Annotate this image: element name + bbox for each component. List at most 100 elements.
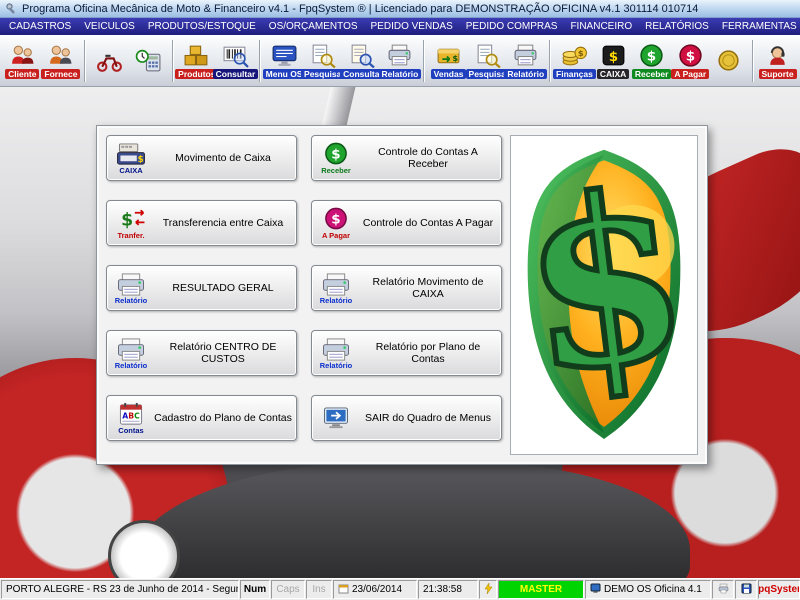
printer-icon: Relatório: [316, 337, 356, 370]
toolbar-label: A Pagar: [671, 69, 709, 79]
button-caption: Relatório: [320, 297, 353, 305]
toolbar-button-financas[interactable]: $ Finanças: [555, 41, 594, 81]
button-label: Relatório CENTRO DE CUSTOS: [154, 341, 292, 365]
toolbar-button-receber[interactable]: $ Receber: [632, 41, 671, 81]
status-bar: PORTO ALEGRE - RS 23 de Junho de 2014 - …: [0, 578, 800, 600]
menu-ferramentas[interactable]: FERRAMENTAS: [722, 21, 797, 32]
barcode-search-icon: [222, 43, 249, 68]
toolbar-button-consulta-os[interactable]: Consulta: [342, 41, 381, 81]
toolbar-label: Consultar: [213, 69, 259, 79]
toolbar-button-produtos[interactable]: Produtos: [178, 41, 217, 81]
app-window: Programa Oficina Mecânica de Moto & Fina…: [0, 0, 800, 600]
status-caps-lock: Caps: [271, 580, 305, 599]
toolbar-button-fornece[interactable]: Fornece: [42, 41, 81, 81]
button-label: Cadastro do Plano de Contas: [154, 412, 292, 424]
sair-menu-button[interactable]: SAIR do Quadro de Menus: [311, 395, 502, 441]
printer-icon: Relatório: [111, 272, 151, 305]
relatorio-plano-contas-button[interactable]: Relatório Relatório por Plano de Contas: [311, 330, 502, 376]
toolbar-button-pesquisa-vendas[interactable]: Pesquisa: [468, 41, 507, 81]
button-caption: Contas: [118, 427, 143, 435]
status-brand: FpqSystem: [758, 580, 800, 599]
contas-a-receber-button[interactable]: $ Receber Controle do Contas A Receber: [311, 135, 502, 181]
toolbar-button-menu-os[interactable]: Menu OS: [265, 41, 304, 81]
relatorio-centro-custos-button[interactable]: Relatório Relatório CENTRO DE CUSTOS: [106, 330, 297, 376]
menu-bar: CADASTROS VEICULOS PRODUTOS/ESTOQUE OS/O…: [0, 18, 800, 35]
menu-produtos-estoque[interactable]: PRODUTOS/ESTOQUE: [148, 21, 256, 32]
toolbar-button-cliente[interactable]: Cliente: [3, 41, 42, 81]
menu-cadastros[interactable]: CADASTROS: [9, 21, 71, 32]
toolbar-button-motos[interactable]: [90, 46, 129, 75]
consult-doc-icon: [348, 43, 375, 68]
svg-text:$: $: [121, 210, 133, 230]
toolbar-label: Cliente: [5, 69, 39, 79]
status-location: PORTO ALEGRE - RS 23 de Junho de 2014 - …: [1, 580, 239, 599]
printer-icon: [718, 583, 729, 597]
menu-pedido-vendas[interactable]: PEDIDO VENDAS: [371, 21, 453, 32]
svg-text:$: $: [331, 212, 340, 227]
calendar-abc-icon: ABC Contas: [111, 402, 151, 435]
relatorio-movimento-caixa-button[interactable]: Relatório Relatório Movimento de CAIXA: [311, 265, 502, 311]
toolbar-button-moedas[interactable]: [710, 46, 749, 75]
cash-register-icon: $ CAIXA: [111, 142, 151, 175]
products-icon: [183, 43, 210, 68]
status-app-name: DEMO OS Oficina 4.1: [585, 580, 711, 599]
button-label: Controle do Contas A Receber: [359, 146, 497, 170]
financial-menu-panel: $ CAIXA Movimento de Caixa $ Receber Con…: [96, 125, 708, 465]
status-insert: Ins: [306, 580, 332, 599]
button-label: Movimento de Caixa: [154, 152, 292, 164]
transferencia-caixa-button[interactable]: $ Tranfer. Transferencia entre Caixa: [106, 200, 297, 246]
toolbar-separator: [423, 40, 425, 82]
printer-icon: Relatório: [111, 337, 151, 370]
toolbar-label: Relatório: [504, 69, 547, 79]
app-icon: [5, 2, 18, 15]
svg-text:$: $: [331, 147, 340, 162]
resultado-geral-button[interactable]: Relatório RESULTADO GERAL: [106, 265, 297, 311]
menu-os-orcamentos[interactable]: OS/ORÇAMENTOS: [269, 21, 358, 32]
motorcycle-icon: [96, 48, 123, 73]
toolbar-button-caixa[interactable]: $ CAIXA: [594, 41, 633, 81]
window-title: Programa Oficina Mecânica de Moto & Fina…: [22, 3, 698, 15]
toolbar-button-relatorio-vendas[interactable]: Relatório: [507, 41, 546, 81]
button-caption: Relatório: [320, 362, 353, 370]
button-label: Controle do Contas A Pagar: [359, 217, 497, 229]
toolbar-button-relatorio-os[interactable]: Relatório: [381, 41, 420, 81]
button-caption: CAIXA: [119, 167, 142, 175]
contas-a-pagar-button[interactable]: $ A Pagar Controle do Contas A Pagar: [311, 200, 502, 246]
toolbar-separator: [84, 40, 86, 82]
toolbar-button-pesquisa-os[interactable]: Pesquisa: [303, 41, 342, 81]
toolbar-label: Pesquisa: [466, 69, 509, 79]
svg-text:$: $: [578, 48, 584, 58]
toolbar-button-consultar[interactable]: Consultar: [216, 41, 255, 81]
exit-monitor-icon: [316, 406, 356, 431]
calculator-clock-icon: [135, 48, 162, 73]
svg-text:$: $: [452, 53, 458, 63]
toolbar-button-vendas[interactable]: $ Vendas: [429, 41, 468, 81]
sales-icon: $: [435, 43, 462, 68]
menu-financeiro[interactable]: FINANCEIRO: [570, 21, 632, 32]
calendar-icon: [338, 583, 349, 597]
button-label: SAIR do Quadro de Menus: [359, 412, 497, 424]
printer-icon: [386, 43, 413, 68]
status-time: 21:38:58: [418, 580, 478, 599]
button-caption: Relatório: [115, 362, 148, 370]
toolbar-label: Produtos: [175, 69, 218, 79]
movimento-caixa-button[interactable]: $ CAIXA Movimento de Caixa: [106, 135, 297, 181]
cadastro-plano-contas-button[interactable]: ABC Contas Cadastro do Plano de Contas: [106, 395, 297, 441]
menu-relatorios[interactable]: RELATÓRIOS: [645, 21, 709, 32]
diskette-icon: [741, 583, 752, 597]
menu-pedido-compras[interactable]: PEDIDO COMPRAS: [466, 21, 558, 32]
toolbar-label: Suporte: [759, 69, 797, 79]
status-date: 23/06/2014: [333, 580, 417, 599]
printer-icon: [512, 43, 539, 68]
svg-text:$: $: [608, 49, 617, 65]
menu-veiculos[interactable]: VEICULOS: [84, 21, 135, 32]
toolbar-button-suporte[interactable]: Suporte: [758, 41, 797, 81]
menu-os-icon: [271, 43, 298, 68]
toolbar-button-a-pagar[interactable]: $ A Pagar: [671, 41, 710, 81]
button-caption: Tranfer.: [117, 232, 144, 240]
support-icon: [764, 43, 791, 68]
dollar-green-icon: $: [638, 43, 665, 68]
transfer-icon: $ Tranfer.: [111, 207, 151, 240]
status-printer-segment: [712, 580, 734, 599]
toolbar-button-calculadora[interactable]: [129, 46, 168, 75]
